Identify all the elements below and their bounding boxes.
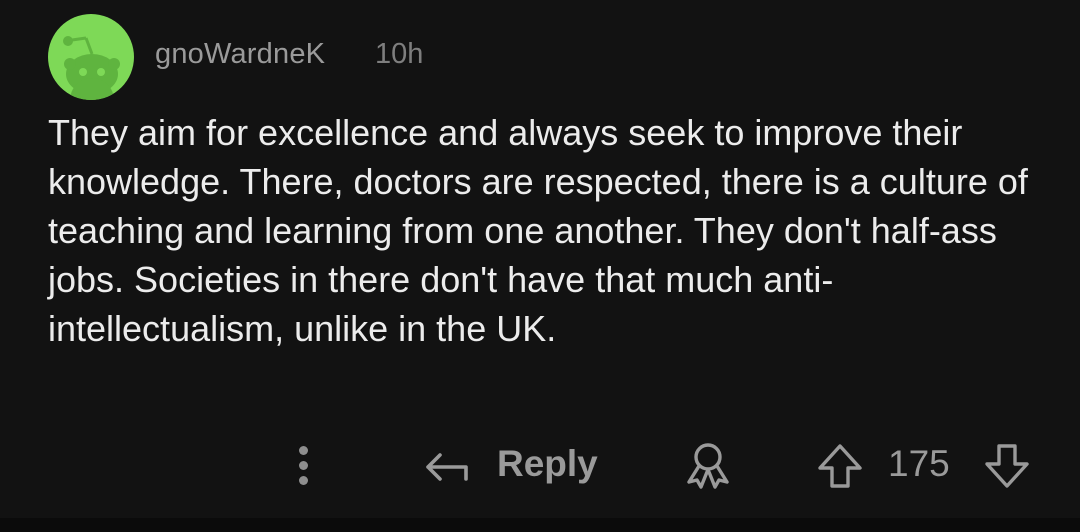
- more-options-button[interactable]: [286, 442, 322, 488]
- downvote-button[interactable]: [983, 442, 1031, 490]
- award-icon: [687, 443, 729, 489]
- vote-count: 175: [888, 443, 950, 484]
- downvote-arrow-icon: [985, 444, 1029, 488]
- vertical-ellipsis-dot: [299, 476, 308, 485]
- comment-action-bar: Reply 175: [0, 430, 1080, 500]
- user-avatar[interactable]: [48, 14, 134, 100]
- award-button[interactable]: [683, 440, 733, 490]
- comment-username[interactable]: gnoWardneK: [155, 38, 325, 71]
- vertical-ellipsis-dot: [299, 461, 308, 470]
- reply-arrow-icon: [426, 453, 468, 481]
- reply-label: Reply: [497, 443, 598, 484]
- vertical-ellipsis-icon: [299, 446, 308, 455]
- snoo-avatar-icon: [63, 36, 120, 100]
- upvote-arrow-icon: [818, 444, 862, 488]
- upvote-button[interactable]: [816, 442, 864, 490]
- comment-card: gnoWardneK 10h They aim for excellence a…: [0, 0, 1080, 518]
- comment-body: They aim for excellence and always seek …: [48, 112, 1028, 349]
- comment-timestamp: 10h: [375, 38, 424, 70]
